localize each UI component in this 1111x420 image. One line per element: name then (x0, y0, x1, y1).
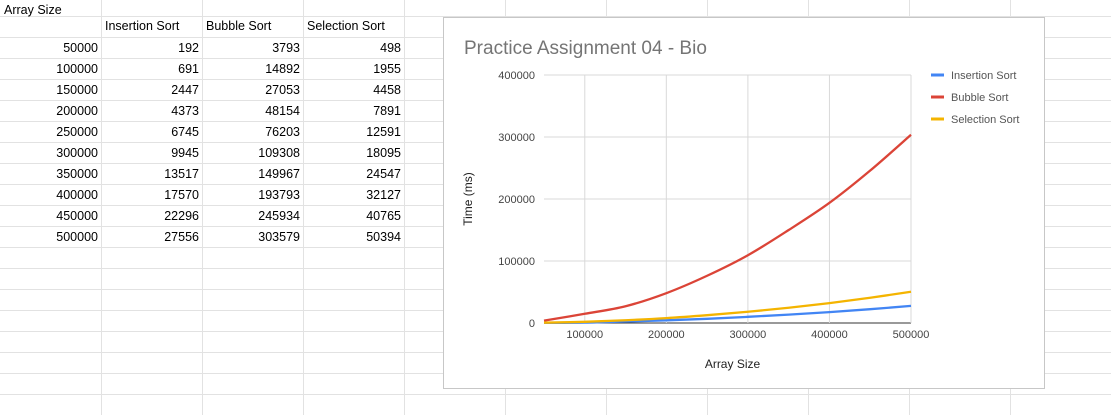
time-cell[interactable]: 245934 (202, 209, 303, 225)
array-size-cell[interactable]: 200000 (0, 104, 101, 120)
x-tick-label: 200000 (648, 329, 685, 341)
legend-label: Bubble Sort (951, 92, 1008, 104)
time-cell[interactable]: 27556 (101, 230, 202, 246)
time-cell[interactable]: 50394 (303, 230, 404, 246)
chart-svg: Practice Assignment 04 - Bio 0 100000 20000… (461, 38, 1019, 371)
time-cell[interactable]: 4373 (101, 104, 202, 120)
array-size-cell[interactable]: 300000 (0, 146, 101, 162)
time-cell[interactable]: 691 (101, 62, 202, 78)
array-size-cell[interactable]: 50000 (0, 41, 101, 57)
y-tick-label: 400000 (498, 70, 535, 82)
array-size-cell[interactable]: 450000 (0, 209, 101, 225)
time-cell[interactable]: 14892 (202, 62, 303, 78)
array-size-cell[interactable]: 400000 (0, 188, 101, 204)
y-tick-label: 0 (529, 318, 535, 330)
array-size-cell[interactable]: 500000 (0, 230, 101, 246)
time-cell[interactable]: 40765 (303, 209, 404, 225)
series-line-bubble-sort (543, 133, 912, 322)
time-cell[interactable]: 2447 (101, 83, 202, 99)
time-cell[interactable]: 22296 (101, 209, 202, 225)
header-cell[interactable]: Insertion Sort (101, 19, 202, 35)
time-cell[interactable]: 32127 (303, 188, 404, 204)
time-cell[interactable]: 13517 (101, 167, 202, 183)
time-cell[interactable]: 17570 (101, 188, 202, 204)
time-cell[interactable]: 12591 (303, 125, 404, 141)
x-tick-label: 500000 (893, 329, 930, 341)
legend-label: Selection Sort (951, 114, 1019, 126)
time-cell[interactable]: 27053 (202, 83, 303, 99)
time-cell[interactable]: 192 (101, 41, 202, 57)
time-cell[interactable]: 303579 (202, 230, 303, 246)
x-tick-label: 400000 (811, 329, 848, 341)
y-axis-title: Time (ms) (461, 172, 475, 226)
array-size-cell[interactable]: 100000 (0, 62, 101, 78)
y-tick-label: 200000 (498, 194, 535, 206)
x-axis-title: Array Size (705, 357, 761, 371)
time-cell[interactable]: 7891 (303, 104, 404, 120)
time-cell[interactable]: 24547 (303, 167, 404, 183)
header-cell-array-size[interactable]: Array Size (0, 3, 101, 19)
y-tick-label: 100000 (498, 256, 535, 268)
header-cell[interactable]: Bubble Sort (202, 19, 303, 35)
line-chart[interactable]: Practice Assignment 04 - Bio 0 100000 20000… (443, 17, 1045, 389)
time-cell[interactable]: 48154 (202, 104, 303, 120)
array-size-cell[interactable]: 150000 (0, 83, 101, 99)
time-cell[interactable]: 1955 (303, 62, 404, 78)
array-size-cell[interactable]: 350000 (0, 167, 101, 183)
header-cell[interactable]: Selection Sort (303, 19, 404, 35)
x-tick-label: 100000 (566, 329, 603, 341)
time-cell[interactable]: 193793 (202, 188, 303, 204)
time-cell[interactable]: 4458 (303, 83, 404, 99)
time-cell[interactable]: 6745 (101, 125, 202, 141)
time-cell[interactable]: 498 (303, 41, 404, 57)
time-cell[interactable]: 3793 (202, 41, 303, 57)
time-cell[interactable]: 149967 (202, 167, 303, 183)
time-cell[interactable]: 109308 (202, 146, 303, 162)
legend-label: Insertion Sort (951, 70, 1016, 82)
array-size-cell[interactable]: 250000 (0, 125, 101, 141)
y-tick-label: 300000 (498, 132, 535, 144)
time-cell[interactable]: 18095 (303, 146, 404, 162)
x-tick-label: 300000 (730, 329, 767, 341)
chart-title: Practice Assignment 04 - Bio (464, 38, 707, 59)
time-cell[interactable]: 9945 (101, 146, 202, 162)
time-cell[interactable]: 76203 (202, 125, 303, 141)
